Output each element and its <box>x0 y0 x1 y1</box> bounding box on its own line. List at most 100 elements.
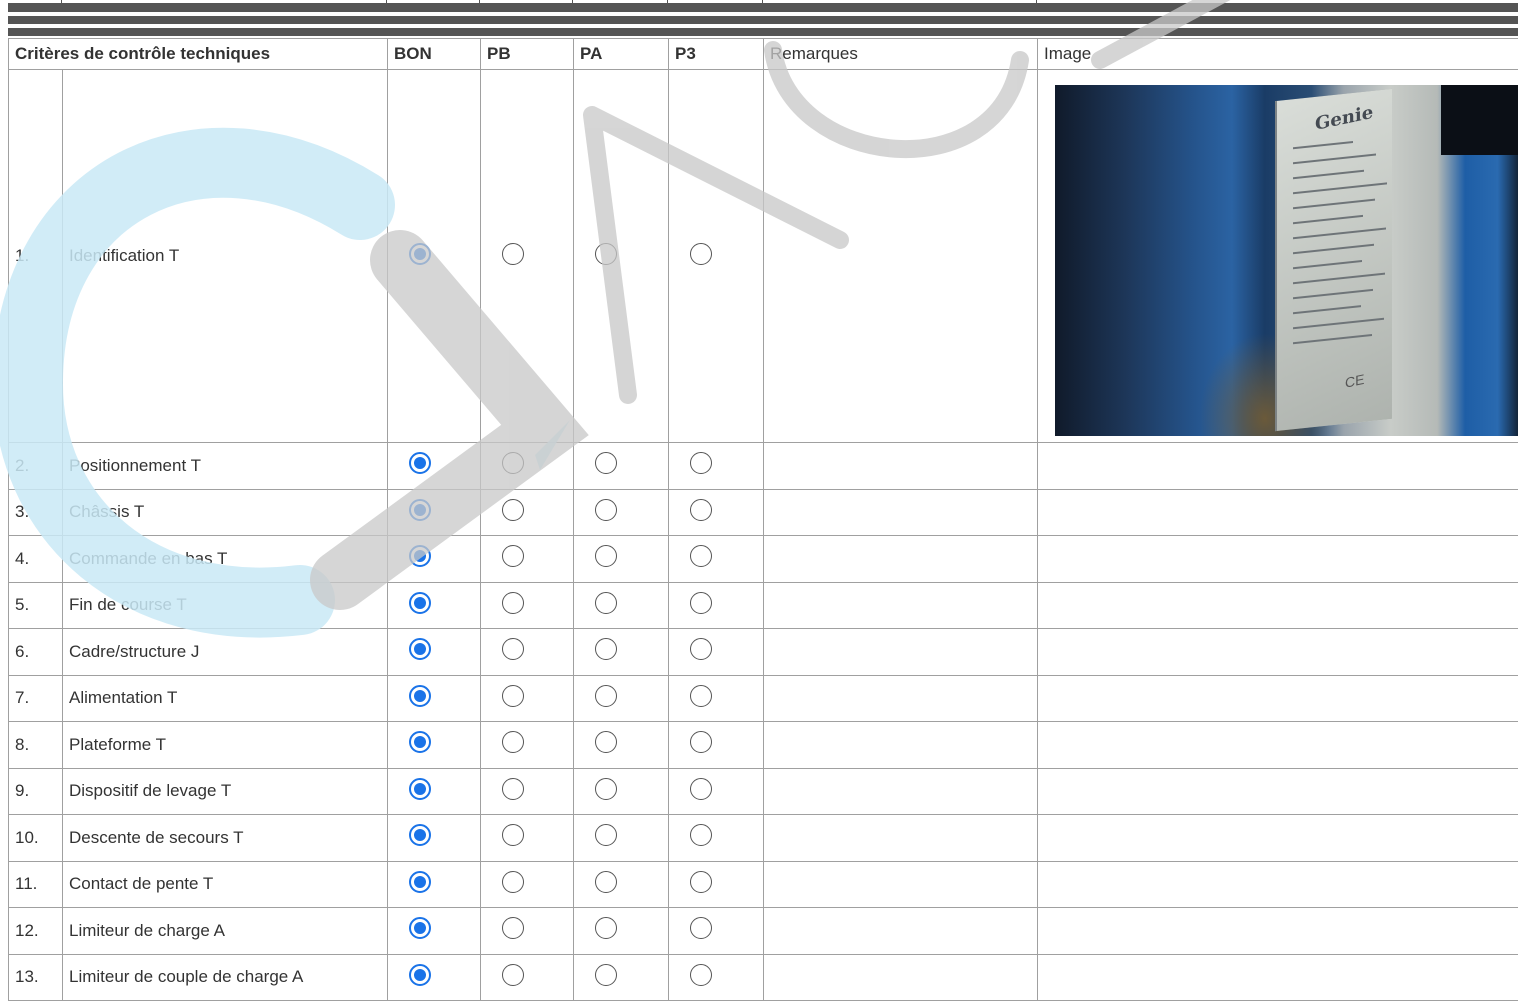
plate-text-line <box>1293 141 1353 149</box>
radio-bon[interactable] <box>409 685 431 707</box>
column-tick <box>479 0 480 3</box>
remarks-cell <box>764 908 1038 955</box>
radio-pa[interactable] <box>595 499 617 521</box>
radio-pb[interactable] <box>502 545 524 567</box>
row-number: 6. <box>9 629 63 676</box>
image-cell <box>1038 443 1518 490</box>
radio-cell-p3 <box>669 443 764 490</box>
radio-p3[interactable] <box>690 545 712 567</box>
radio-pa[interactable] <box>595 545 617 567</box>
radio-bon[interactable] <box>409 824 431 846</box>
id-plate: Genie CE <box>1275 89 1392 431</box>
ce-mark: CE <box>1345 371 1364 391</box>
radio-pb[interactable] <box>502 452 524 474</box>
radio-cell-p3 <box>669 629 764 676</box>
column-tick <box>572 0 573 3</box>
radio-cell-p3 <box>669 815 764 862</box>
radio-pb[interactable] <box>502 592 524 614</box>
column-tick <box>386 0 387 3</box>
radio-pa[interactable] <box>595 871 617 893</box>
radio-pb[interactable] <box>502 964 524 986</box>
radio-p3[interactable] <box>690 452 712 474</box>
radio-bon[interactable] <box>409 871 431 893</box>
photo-shadow <box>1441 85 1518 155</box>
criteria-label: Contact de pente T <box>63 861 388 908</box>
header-image: Image <box>1038 39 1518 70</box>
row-number: 1. <box>9 70 63 443</box>
radio-p3[interactable] <box>690 638 712 660</box>
radio-p3[interactable] <box>690 778 712 800</box>
radio-cell-pb <box>481 489 574 536</box>
radio-p3[interactable] <box>690 499 712 521</box>
remarks-cell <box>764 489 1038 536</box>
radio-bon[interactable] <box>409 243 431 265</box>
row-number: 11. <box>9 861 63 908</box>
radio-pa[interactable] <box>595 917 617 939</box>
radio-cell-pb <box>481 582 574 629</box>
radio-bon[interactable] <box>409 917 431 939</box>
radio-cell-pb <box>481 629 574 676</box>
radio-pb[interactable] <box>502 731 524 753</box>
radio-pa[interactable] <box>595 685 617 707</box>
table-row: 6.Cadre/structure J <box>9 629 1518 676</box>
radio-cell-bon <box>388 489 481 536</box>
remarks-cell <box>764 954 1038 1001</box>
radio-p3[interactable] <box>690 685 712 707</box>
radio-bon[interactable] <box>409 592 431 614</box>
radio-cell-bon <box>388 536 481 583</box>
radio-bon[interactable] <box>409 545 431 567</box>
table-row: 13.Limiteur de couple de charge A <box>9 954 1518 1001</box>
radio-cell-pa <box>574 443 669 490</box>
radio-bon[interactable] <box>409 731 431 753</box>
radio-p3[interactable] <box>690 592 712 614</box>
plate-text-line <box>1293 215 1363 224</box>
radio-cell-pa <box>574 489 669 536</box>
criteria-label: Identification T <box>63 70 388 443</box>
radio-pa[interactable] <box>595 778 617 800</box>
criteria-label: Commande en bas T <box>63 536 388 583</box>
radio-pb[interactable] <box>502 638 524 660</box>
criteria-label: Fin de course T <box>63 582 388 629</box>
radio-pa[interactable] <box>595 731 617 753</box>
radio-cell-bon <box>388 582 481 629</box>
plate-text-line <box>1293 170 1364 179</box>
radio-p3[interactable] <box>690 824 712 846</box>
radio-p3[interactable] <box>690 871 712 893</box>
radio-bon[interactable] <box>409 964 431 986</box>
radio-pa[interactable] <box>595 243 617 265</box>
table-row: 5.Fin de course T <box>9 582 1518 629</box>
radio-pb[interactable] <box>502 685 524 707</box>
header-p3: P3 <box>669 39 764 70</box>
radio-p3[interactable] <box>690 731 712 753</box>
plate-text-line <box>1293 154 1376 165</box>
radio-bon[interactable] <box>409 778 431 800</box>
radio-pa[interactable] <box>595 964 617 986</box>
radio-pa[interactable] <box>595 824 617 846</box>
identification-photo: Genie CE <box>1055 85 1518 436</box>
radio-bon[interactable] <box>409 638 431 660</box>
radio-cell-pb <box>481 722 574 769</box>
radio-pa[interactable] <box>595 638 617 660</box>
radio-cell-bon <box>388 954 481 1001</box>
radio-pb[interactable] <box>502 871 524 893</box>
radio-p3[interactable] <box>690 243 712 265</box>
radio-pb[interactable] <box>502 917 524 939</box>
radio-bon[interactable] <box>409 499 431 521</box>
radio-pb[interactable] <box>502 778 524 800</box>
radio-bon[interactable] <box>409 452 431 474</box>
radio-cell-pa <box>574 861 669 908</box>
radio-pb[interactable] <box>502 243 524 265</box>
radio-pa[interactable] <box>595 452 617 474</box>
radio-pb[interactable] <box>502 499 524 521</box>
image-cell <box>1038 954 1518 1001</box>
criteria-label: Limiteur de couple de charge A <box>63 954 388 1001</box>
radio-pb[interactable] <box>502 824 524 846</box>
radio-cell-p3 <box>669 675 764 722</box>
radio-cell-p3 <box>669 861 764 908</box>
radio-p3[interactable] <box>690 917 712 939</box>
radio-pa[interactable] <box>595 592 617 614</box>
plate-brand: Genie <box>1315 102 1373 135</box>
radio-p3[interactable] <box>690 964 712 986</box>
header-bon: BON <box>388 39 481 70</box>
radio-cell-pa <box>574 675 669 722</box>
